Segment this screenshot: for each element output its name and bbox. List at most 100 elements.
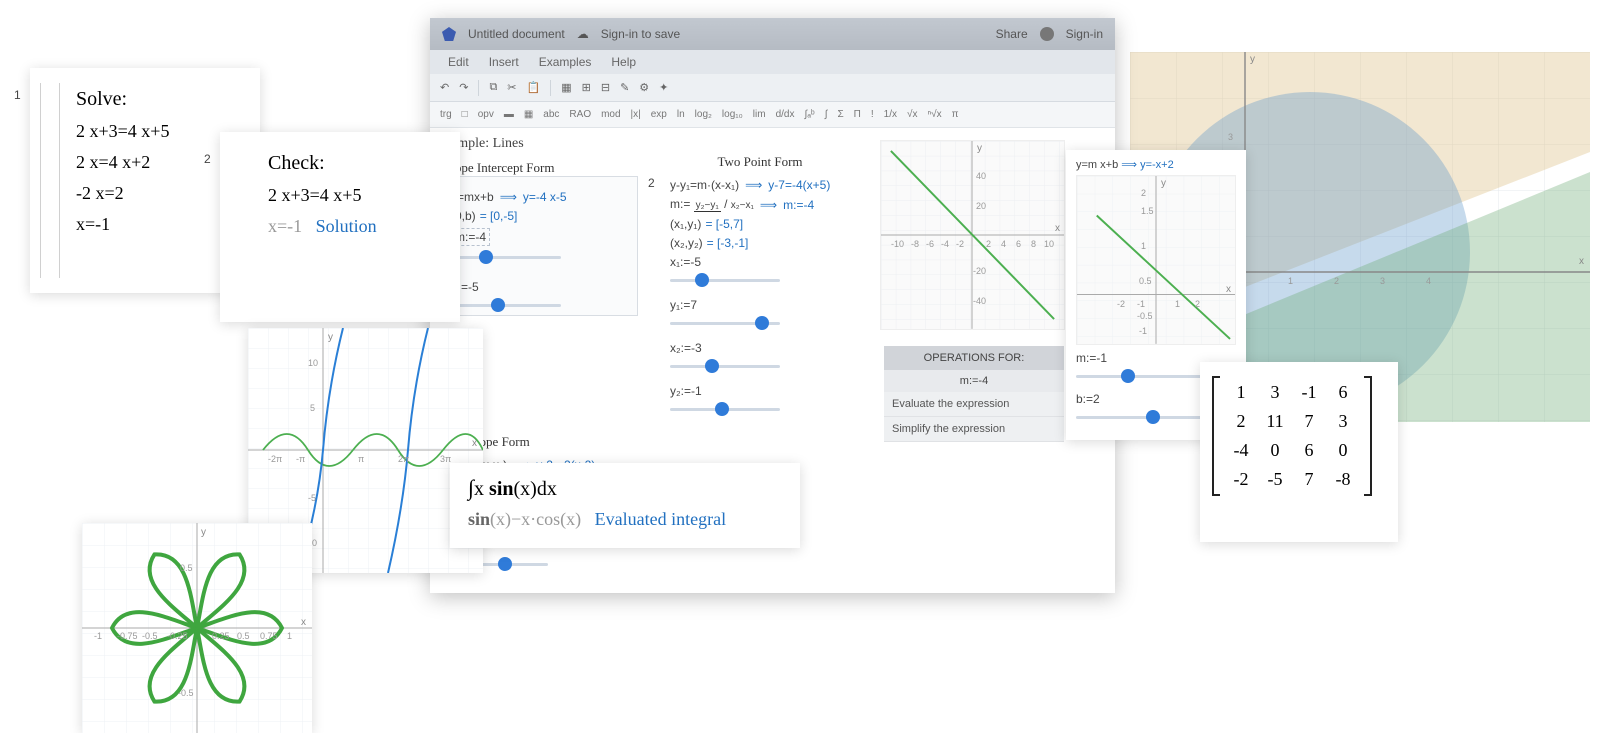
- tick: 5: [310, 403, 315, 413]
- share-button[interactable]: Share: [996, 27, 1028, 41]
- tb-log10[interactable]: log₁₀: [722, 109, 743, 120]
- tb-recip[interactable]: 1/x: [884, 109, 897, 120]
- y2-slider[interactable]: [670, 403, 780, 417]
- settings-icon[interactable]: ⚙: [639, 81, 649, 94]
- tb-defint[interactable]: ∫ₐᵇ: [804, 109, 814, 120]
- add-icon[interactable]: ⊞: [582, 81, 591, 94]
- matrix-cell: -5: [1264, 469, 1286, 490]
- tick: -0.25: [167, 631, 188, 641]
- menu-edit[interactable]: Edit: [448, 55, 469, 69]
- tb-pi[interactable]: π: [952, 109, 959, 120]
- mxb-eq-result: y=-x+2: [1140, 159, 1174, 171]
- matrix-cell: 6: [1298, 440, 1320, 461]
- redo-icon[interactable]: ↷: [459, 81, 468, 94]
- y1-slider[interactable]: [670, 317, 780, 331]
- paste-icon[interactable]: 📋: [527, 81, 541, 94]
- tick: -2π: [268, 454, 282, 464]
- solve-title: Solve:: [76, 88, 242, 111]
- menu-help[interactable]: Help: [611, 55, 636, 69]
- tick: 1: [1288, 276, 1293, 286]
- tb-log2[interactable]: log₂: [695, 109, 712, 120]
- tb-sum[interactable]: Σ: [837, 109, 843, 120]
- y-axis-label: y: [1161, 178, 1166, 189]
- tb-rao[interactable]: RAO: [569, 109, 591, 120]
- implies-icon: ⟹: [498, 190, 519, 204]
- tb-nroot[interactable]: ⁿ√x: [928, 109, 942, 120]
- tb-int[interactable]: ∫: [825, 109, 828, 120]
- matrix-cell: 7: [1298, 469, 1320, 490]
- tick: -2: [956, 239, 964, 249]
- check-title: Check:: [268, 152, 442, 175]
- tb-trg[interactable]: trg: [440, 109, 452, 120]
- y-axis-label: y: [328, 332, 333, 343]
- tb-bar[interactable]: ▬: [504, 109, 514, 120]
- grid-icon[interactable]: ▦: [561, 81, 571, 94]
- signin-save-link[interactable]: Sign-in to save: [601, 27, 680, 41]
- tb-fact[interactable]: !: [871, 109, 874, 120]
- tp-p2-val: = [-3,-1]: [707, 236, 749, 250]
- tick: 0.5: [180, 563, 193, 573]
- matrix-cell: 3: [1264, 382, 1286, 403]
- tb-sqrt[interactable]: √x: [907, 109, 918, 120]
- tick: 3: [1380, 276, 1385, 286]
- toolbar-math: trg □ opv ▬ ▦ abc RAO mod |x| exp ln log…: [430, 102, 1115, 128]
- ops-evaluate[interactable]: Evaluate the expression: [884, 392, 1064, 417]
- tb-ln[interactable]: ln: [677, 109, 685, 120]
- tick: 0.25: [212, 631, 230, 641]
- x1-slider[interactable]: [670, 274, 780, 288]
- signin-button[interactable]: Sign-in: [1066, 27, 1103, 41]
- tb-ddx[interactable]: d/dx: [776, 109, 795, 120]
- x2-slider[interactable]: [670, 360, 780, 374]
- star-icon[interactable]: ✦: [659, 81, 668, 94]
- tp-x1: x₁:=-5: [670, 255, 701, 269]
- copy-icon[interactable]: ⧉: [489, 81, 497, 94]
- tick: 4: [1426, 276, 1431, 286]
- tb-mod[interactable]: mod: [601, 109, 620, 120]
- tp-y1: y₁:=7: [670, 298, 697, 312]
- mxb-b-slider[interactable]: [1076, 411, 1216, 425]
- tb-prod[interactable]: Π: [854, 109, 861, 120]
- tb-matrix[interactable]: ▦: [524, 109, 533, 120]
- tick: 1: [1141, 241, 1146, 251]
- ops-simplify[interactable]: Simplify the expression: [884, 417, 1064, 442]
- tb-abs[interactable]: |x|: [631, 109, 641, 120]
- tb-exp[interactable]: exp: [651, 109, 667, 120]
- matrix-cell: -4: [1230, 440, 1252, 461]
- tb-lim[interactable]: lim: [753, 109, 766, 120]
- tick: 2π: [398, 454, 409, 464]
- slope-intercept-box: y=mx+b⟹y=-4 x-5 (0,b)= [0,-5] m:=-4 ⚙ b:…: [438, 176, 638, 316]
- edit-icon[interactable]: ✎: [620, 81, 629, 94]
- tp-p2: (x₂,y₂): [670, 236, 703, 250]
- x-axis-label: x: [1055, 223, 1060, 234]
- m-slider[interactable]: [451, 251, 561, 265]
- remove-icon[interactable]: ⊟: [601, 81, 610, 94]
- b-slider[interactable]: [451, 299, 561, 313]
- tick: -1: [94, 631, 102, 641]
- mxb-m-slider[interactable]: [1076, 370, 1216, 384]
- tb-box[interactable]: □: [462, 109, 468, 120]
- tick: -0.5: [178, 688, 194, 698]
- menu-insert[interactable]: Insert: [489, 55, 519, 69]
- tp-m: m:= y₂−y₁ / x₂−x₁: [670, 197, 754, 212]
- tick: -0.5: [142, 631, 158, 641]
- toolbar-primary: ↶ ↷ ⧉ ✂ 📋 ▦ ⊞ ⊟ ✎ ⚙ ✦: [430, 74, 1115, 102]
- tick: 2: [1141, 188, 1146, 198]
- tb-abc[interactable]: abc: [543, 109, 559, 120]
- tick: -4: [941, 239, 949, 249]
- matrix-cell: 6: [1332, 382, 1354, 403]
- tick: -6: [926, 239, 934, 249]
- tb-opv[interactable]: opv: [478, 109, 494, 120]
- matrix-cell: 11: [1264, 411, 1286, 432]
- tick: 3: [1228, 132, 1233, 142]
- cut-icon[interactable]: ✂: [507, 81, 516, 94]
- person-icon: [1040, 27, 1054, 41]
- solve-line-1: 2 x+3=4 x+5: [76, 121, 242, 142]
- mxb-m-label: m:=-1: [1076, 351, 1107, 365]
- undo-icon[interactable]: ↶: [440, 81, 449, 94]
- integral-label: Evaluated integral: [595, 509, 726, 529]
- tick: 20: [976, 201, 986, 211]
- menu-examples[interactable]: Examples: [539, 55, 592, 69]
- mxb-eq: y=m x+b: [1076, 159, 1118, 171]
- tick: 4: [1001, 239, 1006, 249]
- two-point-title: Two Point Form: [670, 154, 850, 170]
